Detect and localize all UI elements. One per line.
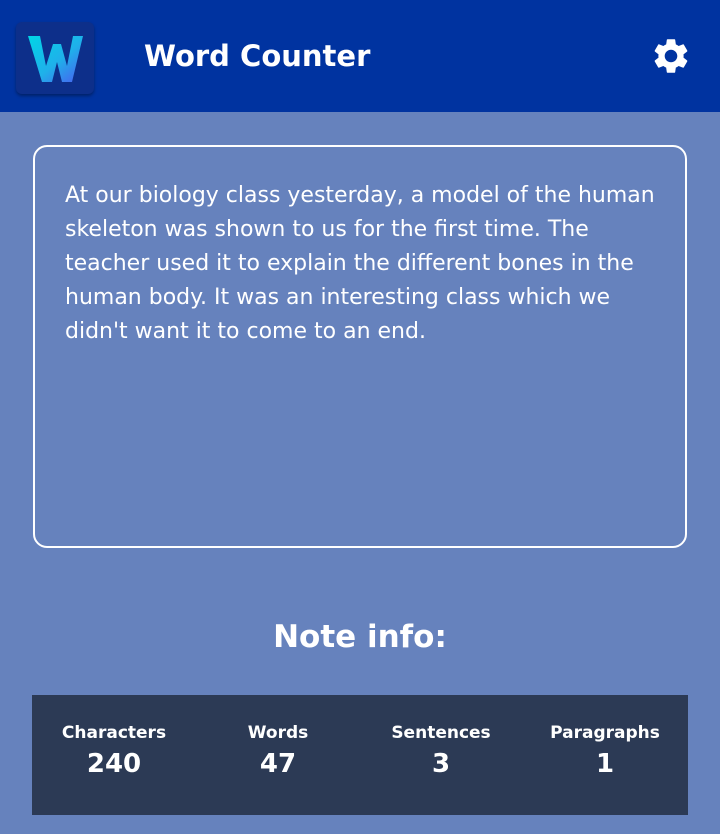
note-info-title: Note info:	[273, 619, 447, 655]
stat-label: Characters	[61, 723, 167, 743]
settings-gear-svg	[654, 39, 688, 73]
app-logo	[16, 22, 94, 94]
word-counter-logo-icon	[28, 36, 83, 82]
stat-value: 3	[431, 749, 451, 779]
note-text-area[interactable]: At our biology class yesterday, a model …	[33, 145, 687, 548]
app-bar: Word Counter	[0, 0, 720, 112]
app-title: Word Counter	[144, 39, 371, 73]
stats-panel: Characters 240 Words 47 Sentences 3 Para…	[32, 695, 688, 815]
logo-letter-w	[28, 36, 83, 82]
stat-words: Words 47	[196, 721, 360, 781]
stat-value: 1	[595, 749, 615, 779]
stat-label: Paragraphs	[550, 723, 660, 743]
stat-characters: Characters 240	[32, 721, 196, 781]
gear-icon[interactable]	[650, 35, 692, 77]
stat-paragraphs: Paragraphs 1	[523, 721, 687, 781]
stat-value: 47	[259, 749, 297, 779]
stat-sentences: Sentences 3	[359, 721, 523, 781]
note-text: At our biology class yesterday, a model …	[65, 183, 662, 344]
stat-value: 240	[86, 749, 142, 779]
stat-label: Words	[247, 723, 309, 743]
stat-label: Sentences	[391, 723, 491, 743]
